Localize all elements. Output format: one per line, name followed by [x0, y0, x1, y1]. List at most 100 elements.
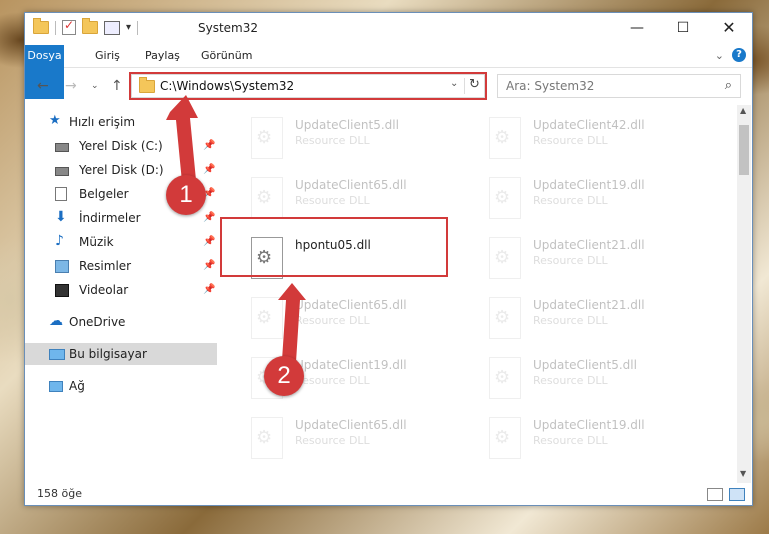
file-item[interactable]: UpdateClient19.dll Resource DLL [483, 171, 703, 225]
expand-ribbon-icon[interactable]: ⌄ [715, 49, 724, 62]
file-type: Resource DLL [533, 194, 608, 207]
details-view-icon[interactable] [707, 488, 723, 501]
scroll-up-icon[interactable]: ▲ [740, 106, 746, 115]
scroll-down-icon[interactable]: ▼ [740, 469, 746, 478]
navigation-bar: ← → ⌄ ↑ C:\Windows\System32 ⌄ ↻ Ara: Sys… [25, 69, 752, 103]
file-name: UpdateClient21.dll [533, 238, 645, 252]
music-icon: ♪ [55, 233, 64, 249]
dll-file-icon [489, 417, 521, 459]
dll-file-icon [489, 357, 521, 399]
file-item[interactable]: UpdateClient65.dll Resource DLL [245, 411, 465, 465]
explorer-window: ▾ System32 — ☐ ✕ Dosya Giriş Paylaş Görü… [24, 12, 753, 506]
sidebar-item-label: Hızlı erişim [69, 115, 136, 129]
tab-view[interactable]: Görünüm [191, 45, 262, 67]
file-item[interactable]: UpdateClient5.dll Resource DLL [483, 351, 703, 405]
tab-share[interactable]: Paylaş [135, 45, 190, 67]
sidebar-item-pictures[interactable]: Resimler 📌 [25, 255, 217, 277]
view-options-icon[interactable] [104, 20, 120, 35]
forward-arrow-icon[interactable]: → [65, 78, 77, 94]
videos-icon [55, 284, 69, 297]
file-item[interactable]: UpdateClient21.dll Resource DLL [483, 231, 703, 285]
file-type: Resource DLL [533, 374, 608, 387]
scroll-thumb[interactable] [739, 125, 749, 175]
file-name: UpdateClient5.dll [295, 118, 399, 132]
close-button[interactable]: ✕ [706, 13, 752, 43]
search-input[interactable]: Ara: System32 ⌕ [497, 74, 741, 98]
file-type: Resource DLL [295, 374, 370, 387]
sidebar-item-this-pc[interactable]: Bu bilgisayar [25, 343, 217, 365]
sidebar-item-label: Videolar [79, 283, 129, 297]
large-icons-view-icon[interactable] [729, 488, 745, 501]
sidebar-item-local-disk-c[interactable]: Yerel Disk (C:) 📌 [25, 135, 217, 157]
address-bar[interactable]: C:\Windows\System32 ⌄ ↻ [131, 74, 485, 98]
window-title: System32 [198, 21, 259, 35]
help-icon[interactable]: ? [732, 48, 746, 62]
sidebar-item-videos[interactable]: Videolar 📌 [25, 279, 217, 301]
vertical-scrollbar[interactable]: ▲ ▼ [737, 105, 751, 483]
step-badge-2: 2 [264, 356, 304, 396]
sidebar-item-label: Resimler [79, 259, 132, 273]
pin-icon[interactable]: 📌 [203, 255, 215, 277]
file-name: UpdateClient65.dll [295, 298, 407, 312]
file-list: UpdateClient5.dll Resource DLL UpdateCli… [221, 105, 735, 475]
customize-toolbar-icon[interactable]: ▾ [126, 22, 131, 33]
file-name: UpdateClient65.dll [295, 418, 407, 432]
pin-icon[interactable]: 📌 [203, 279, 215, 301]
dll-file-icon [489, 177, 521, 219]
sidebar-item-onedrive[interactable]: ☁ OneDrive [25, 311, 217, 333]
toolbar-divider [55, 20, 56, 35]
sidebar-item-label: OneDrive [69, 315, 126, 329]
sidebar-item-label: Yerel Disk (C:) [79, 139, 163, 153]
file-name: UpdateClient19.dll [533, 178, 645, 192]
refresh-icon[interactable]: ↻ [469, 77, 480, 92]
sidebar-item-label: İndirmeler [79, 211, 141, 225]
drive-icon [55, 143, 69, 152]
file-name: UpdateClient42.dll [533, 118, 645, 132]
file-name: UpdateClient19.dll [295, 358, 407, 372]
file-item[interactable]: UpdateClient19.dll Resource DLL [483, 411, 703, 465]
star-icon: ★ [49, 113, 61, 128]
file-item[interactable]: UpdateClient21.dll Resource DLL [483, 291, 703, 345]
pin-icon[interactable]: 📌 [203, 135, 215, 157]
item-count: 158 öğe [37, 487, 82, 500]
sidebar-item-network[interactable]: Ağ [25, 375, 217, 397]
maximize-button[interactable]: ☐ [660, 13, 706, 43]
search-icon[interactable]: ⌕ [725, 78, 732, 93]
file-type: Resource DLL [295, 314, 370, 327]
file-name: UpdateClient5.dll [533, 358, 637, 372]
dll-file-icon [251, 117, 283, 159]
address-dropdown-icon[interactable]: ⌄ [450, 78, 458, 89]
new-folder-icon[interactable] [82, 18, 98, 34]
status-bar: 158 öğe [25, 483, 752, 505]
sidebar-item-label: Bu bilgisayar [69, 347, 147, 361]
pin-icon[interactable]: 📌 [203, 159, 215, 181]
file-item-target[interactable]: hpontu05.dll [245, 231, 465, 285]
file-item[interactable]: UpdateClient65.dll Resource DLL [245, 291, 465, 345]
address-path[interactable]: C:\Windows\System32 [160, 79, 294, 93]
computer-icon [49, 349, 65, 360]
folder-icon [139, 77, 155, 93]
sidebar-item-music[interactable]: ♪ Müzik 📌 [25, 231, 217, 253]
drive-icon [55, 167, 69, 176]
file-type: Resource DLL [533, 134, 608, 147]
sidebar-item-label: Yerel Disk (D:) [79, 163, 164, 177]
quick-access-toolbar: ▾ [33, 18, 139, 35]
up-arrow-icon[interactable]: ↑ [111, 78, 123, 94]
title-bar: ▾ System32 — ☐ ✕ [25, 13, 752, 45]
dll-file-icon [251, 297, 283, 339]
pin-icon[interactable]: 📌 [203, 207, 215, 229]
tab-home[interactable]: Giriş [85, 45, 130, 67]
file-item[interactable]: UpdateClient5.dll Resource DLL [245, 111, 465, 165]
pin-icon[interactable]: 📌 [203, 231, 215, 253]
dll-file-icon [489, 117, 521, 159]
file-item[interactable]: UpdateClient65.dll Resource DLL [245, 171, 465, 225]
back-arrow-icon[interactable]: ← [37, 78, 49, 94]
file-type: Resource DLL [295, 434, 370, 447]
minimize-button[interactable]: — [614, 13, 660, 43]
file-name: UpdateClient19.dll [533, 418, 645, 432]
file-item[interactable]: UpdateClient42.dll Resource DLL [483, 111, 703, 165]
pictures-icon [55, 260, 69, 273]
recent-locations-icon[interactable]: ⌄ [91, 81, 99, 91]
properties-check-icon[interactable] [62, 18, 76, 35]
sidebar-item-quick-access[interactable]: ★ Hızlı erişim [25, 111, 217, 133]
